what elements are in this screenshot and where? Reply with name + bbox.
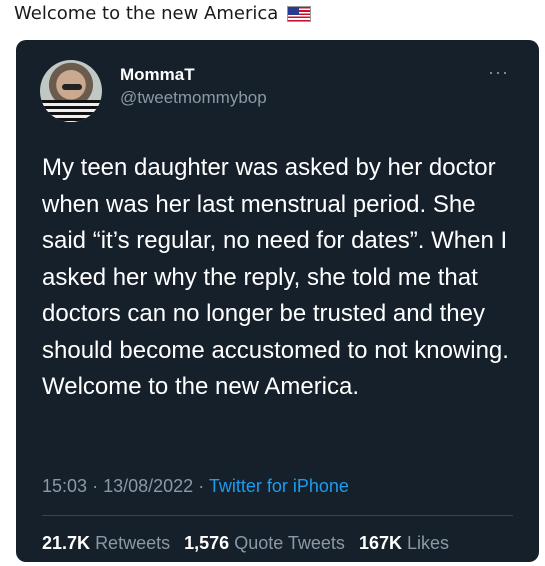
author-name[interactable]: MommaT bbox=[120, 65, 195, 85]
quotes-label: Quote Tweets bbox=[234, 533, 345, 553]
tweet-source[interactable]: Twitter for iPhone bbox=[209, 476, 349, 496]
likes-stat[interactable]: 167K Likes bbox=[359, 533, 449, 553]
tweet-meta: 15:03 · 13/08/2022 · Twitter for iPhone bbox=[42, 476, 349, 497]
retweets-stat[interactable]: 21.7K Retweets bbox=[42, 533, 175, 553]
retweets-label: Retweets bbox=[95, 533, 171, 553]
likes-label: Likes bbox=[406, 533, 450, 553]
avatar[interactable] bbox=[40, 60, 102, 122]
quote-tweets-stat[interactable]: 1,576 Quote Tweets bbox=[184, 533, 350, 553]
divider bbox=[42, 515, 513, 516]
tweet-text: My teen daughter was asked by her doctor… bbox=[42, 154, 509, 400]
likes-count: 167K bbox=[358, 533, 402, 553]
tweet-time[interactable]: 15:03 bbox=[42, 476, 87, 496]
post-caption: Welcome to the new America bbox=[14, 3, 312, 24]
us-flag-icon bbox=[287, 5, 312, 22]
meta-separator: · bbox=[198, 476, 205, 496]
meta-separator: · bbox=[92, 476, 99, 496]
quotes-count: 1,576 bbox=[184, 533, 230, 553]
author-handle[interactable]: @tweetmommybop bbox=[120, 88, 267, 108]
tweet-date[interactable]: 13/08/2022 bbox=[103, 476, 193, 496]
retweets-count: 21.7K bbox=[42, 533, 91, 553]
tweet-card: MommaT @tweetmommybop ··· My teen daught… bbox=[16, 40, 539, 562]
caption-text: Welcome to the new America bbox=[14, 3, 279, 24]
tweet-stats: 21.7K Retweets 1,576 Quote Tweets 167K L… bbox=[42, 533, 458, 554]
more-options-icon[interactable]: ··· bbox=[488, 62, 509, 83]
